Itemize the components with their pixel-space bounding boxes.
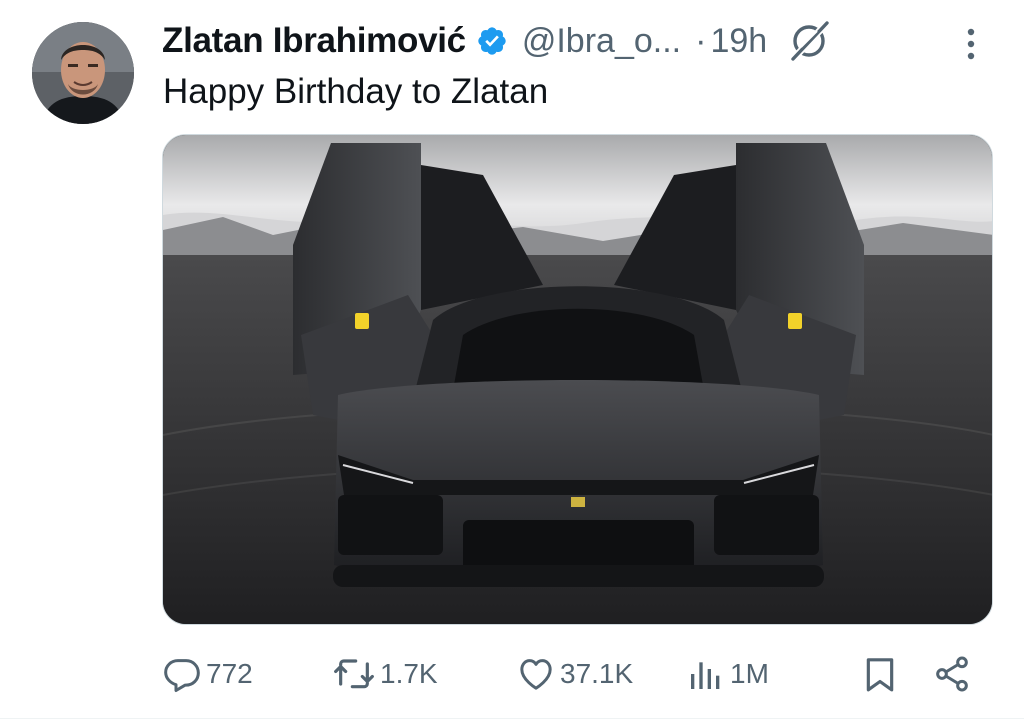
divider [0, 718, 1024, 719]
views-count: 1M [730, 658, 769, 689]
tweet-actions: 772 1.7K 37.1K 1M [162, 648, 982, 700]
reply-icon [164, 659, 200, 692]
views-button[interactable]: 1M [686, 648, 769, 700]
bookmark-button[interactable] [860, 648, 900, 700]
avatar[interactable] [32, 22, 134, 124]
tweet-header: Zlatan Ibrahimović @Ibra_o... · 19h [162, 18, 831, 64]
separator-dot: · [695, 21, 707, 60]
timestamp[interactable]: 19h [710, 22, 767, 61]
tweet-media-image[interactable] [162, 134, 993, 625]
share-button[interactable] [932, 648, 972, 700]
display-name[interactable]: Zlatan Ibrahimović [162, 21, 466, 61]
reply-button[interactable]: 772 [162, 648, 253, 700]
avatar-image [32, 22, 134, 124]
reply-count: 772 [206, 658, 253, 689]
tweet[interactable]: Zlatan Ibrahimović @Ibra_o... · 19h Happ… [0, 0, 1024, 726]
tweet-text: Happy Birthday to Zlatan [163, 72, 549, 111]
grok-icon[interactable] [787, 19, 831, 63]
handle[interactable]: @Ibra_o... [522, 22, 681, 61]
like-count: 37.1K [560, 658, 634, 689]
repost-icon [334, 659, 374, 689]
black-car-photo [163, 135, 992, 624]
heart-icon [520, 659, 552, 690]
like-button[interactable]: 37.1K [516, 648, 633, 700]
views-icon [691, 662, 720, 689]
bookmark-icon [866, 658, 894, 692]
verified-badge-icon[interactable] [476, 25, 508, 57]
repost-count: 1.7K [380, 658, 438, 689]
share-icon [936, 656, 968, 692]
more-vertical-icon[interactable] [956, 22, 986, 66]
repost-button[interactable]: 1.7K [332, 648, 438, 700]
